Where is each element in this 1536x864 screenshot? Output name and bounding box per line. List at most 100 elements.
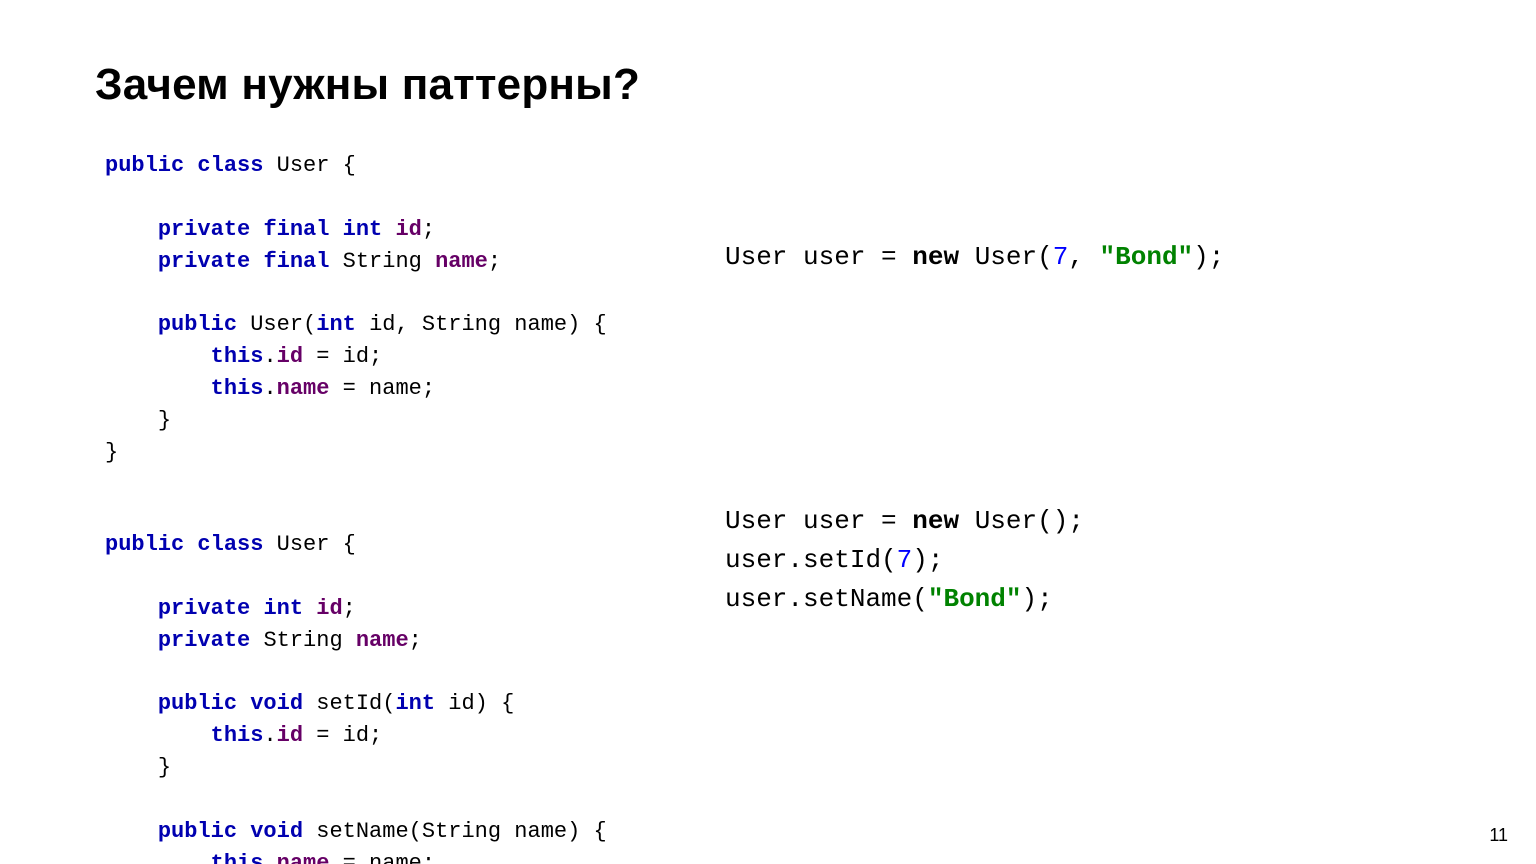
punct: ( <box>881 545 897 575</box>
spacer <box>725 150 1441 238</box>
method: setName <box>316 819 408 844</box>
kw: this <box>211 723 264 748</box>
punct: { <box>329 153 355 178</box>
kw: new <box>912 506 959 536</box>
punct: ( <box>303 312 316 337</box>
var: user <box>803 242 865 272</box>
kw: private <box>158 249 250 274</box>
kw: public <box>105 153 184 178</box>
field: id <box>395 217 421 242</box>
slide-title: Зачем нужны паттерны? <box>95 60 1441 110</box>
punct: ); <box>912 545 943 575</box>
kw: new <box>912 242 959 272</box>
punct: { <box>329 532 355 557</box>
kw: void <box>250 691 303 716</box>
kw: int <box>316 312 356 337</box>
right-column: User user = new User(7, "Bond"); User us… <box>725 150 1441 864</box>
type: String <box>422 312 501 337</box>
punct: , <box>395 312 421 337</box>
punct: ); <box>1021 584 1052 614</box>
punct: } <box>158 755 171 780</box>
content-columns: public class User { private final int id… <box>95 150 1441 864</box>
kw: public <box>158 691 237 716</box>
type: String <box>422 819 501 844</box>
punct: ( <box>382 691 395 716</box>
type: String <box>343 249 422 274</box>
code: = name; <box>329 851 435 864</box>
field: name <box>356 628 409 653</box>
var: user <box>803 506 865 536</box>
method: setName <box>803 584 912 614</box>
punct: , <box>1068 242 1099 272</box>
kw: this <box>211 376 264 401</box>
kw: private <box>158 628 250 653</box>
left-column: public class User { private final int id… <box>95 150 725 864</box>
page-number: 11 <box>1489 825 1508 846</box>
spacer <box>725 277 1441 502</box>
kw: final <box>263 249 329 274</box>
kw: class <box>197 532 263 557</box>
punct: ; <box>488 249 501 274</box>
string: "Bond" <box>928 584 1022 614</box>
code: = name; <box>329 376 435 401</box>
kw: class <box>197 153 263 178</box>
punct: (); <box>1037 506 1084 536</box>
punct: = <box>865 506 912 536</box>
type: String <box>263 628 342 653</box>
kw: void <box>250 819 303 844</box>
punct: ; <box>409 628 422 653</box>
number: 7 <box>1053 242 1069 272</box>
punct: ) { <box>567 312 607 337</box>
kw: int <box>263 596 303 621</box>
kw: this <box>211 344 264 369</box>
type: User <box>725 506 787 536</box>
param: id <box>369 312 395 337</box>
punct: . <box>787 584 803 614</box>
punct: } <box>105 440 118 465</box>
punct: ); <box>1193 242 1224 272</box>
punct: ( <box>1037 242 1053 272</box>
kw: int <box>343 217 383 242</box>
ident: User <box>250 312 303 337</box>
usage-block-1: User user = new User(7, "Bond"); <box>725 238 1441 277</box>
ident: User <box>277 532 330 557</box>
ident: User <box>975 242 1037 272</box>
field: name <box>277 851 330 864</box>
punct: ( <box>409 819 422 844</box>
method: setId <box>316 691 382 716</box>
punct: name) { <box>501 819 607 844</box>
spacer <box>105 469 725 529</box>
punct: . <box>263 344 276 369</box>
punct: . <box>263 851 276 864</box>
field: id <box>316 596 342 621</box>
kw: public <box>105 532 184 557</box>
kw: private <box>158 596 250 621</box>
ident: User <box>277 153 330 178</box>
var: user <box>725 584 787 614</box>
kw: public <box>158 819 237 844</box>
punct: id) { <box>435 691 514 716</box>
punct: ; <box>422 217 435 242</box>
string: "Bond" <box>1100 242 1194 272</box>
field: id <box>277 344 303 369</box>
kw: public <box>158 312 237 337</box>
var: user <box>725 545 787 575</box>
param: name <box>514 312 567 337</box>
code: = id; <box>303 723 382 748</box>
code-block-2: public class User { private int id; priv… <box>105 529 725 864</box>
punct: . <box>787 545 803 575</box>
code: = id; <box>303 344 382 369</box>
method: setId <box>803 545 881 575</box>
kw: private <box>158 217 250 242</box>
slide: Зачем нужны паттерны? public class User … <box>0 0 1536 864</box>
ident: User <box>975 506 1037 536</box>
number: 7 <box>897 545 913 575</box>
kw: this <box>211 851 264 864</box>
code-block-1: public class User { private final int id… <box>105 150 725 469</box>
type: User <box>725 242 787 272</box>
punct: ; <box>343 596 356 621</box>
punct: ( <box>912 584 928 614</box>
usage-block-2: User user = new User(); user.setId(7); u… <box>725 502 1441 619</box>
punct: = <box>865 242 912 272</box>
kw: int <box>395 691 435 716</box>
